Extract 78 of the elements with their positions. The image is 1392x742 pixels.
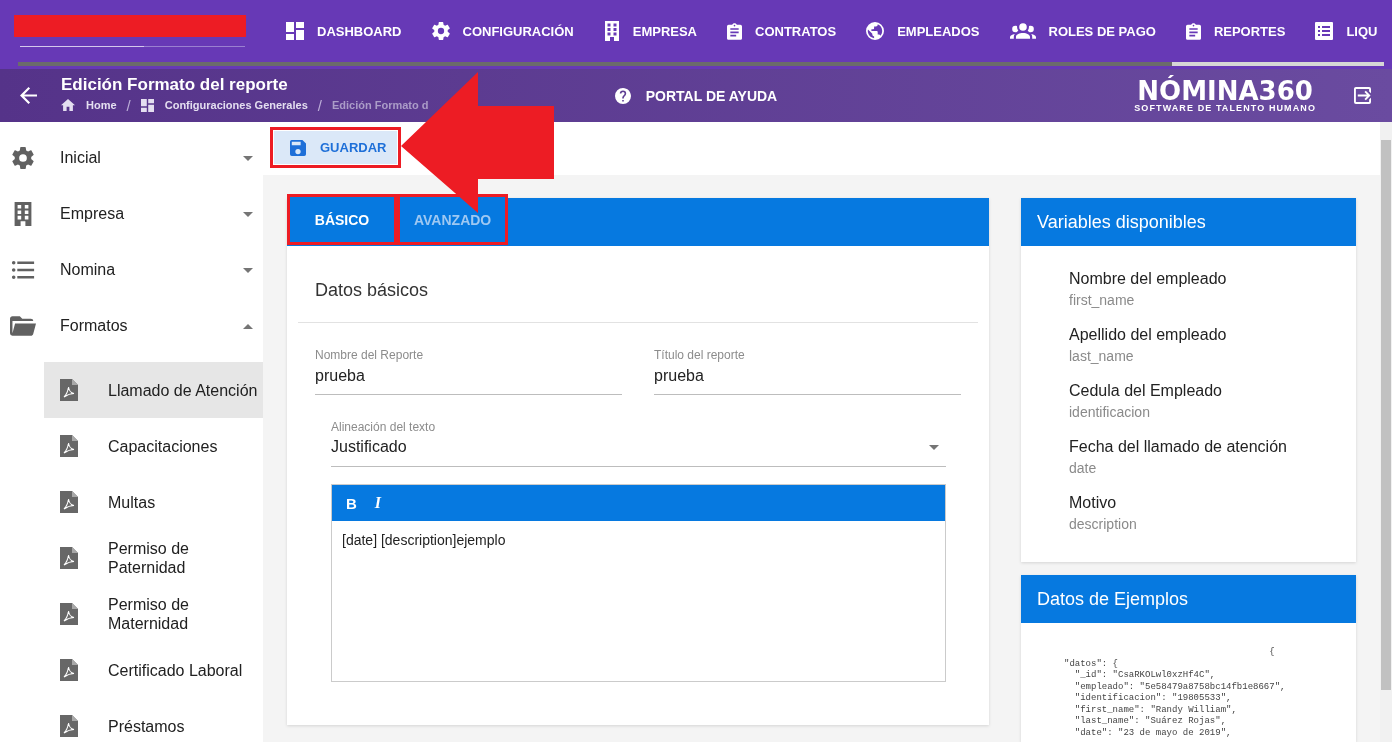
settings-icon [12,147,34,169]
building-icon [603,21,620,41]
sidebar-item[interactable]: Nomina [0,242,263,298]
variable-code: first_name [1069,291,1136,310]
variable-name: Cedula del Empleado [1069,381,1223,401]
section-title: Datos básicos [315,279,429,302]
home-icon [61,99,75,111]
italic-button[interactable]: I [369,491,387,515]
nav-link[interactable]: CONTRATOS [712,0,852,62]
sidebar-subitem[interactable]: Permiso de Paternidad [44,530,263,586]
sidebar-subitem[interactable]: Capacitaciones [44,418,263,474]
field-label: Alineación del texto [331,420,437,434]
nav-link[interactable]: EMPRESA [588,0,712,62]
logout-icon [1354,87,1371,104]
folder-icon [10,316,36,336]
sidebar-subitem[interactable]: Préstamos [44,698,263,742]
field-label: Nombre del Reporte [315,348,425,362]
save-button[interactable]: GUARDAR [274,131,397,164]
variable-code: date [1069,459,1098,478]
globe-icon [866,22,885,40]
sidebar-subitem[interactable]: Certificado Laboral [44,642,263,698]
help-link[interactable]: PORTAL DE AYUDA [614,87,778,104]
pdf-file-icon [60,547,78,569]
nav-link[interactable]: LIQU [1300,0,1392,62]
variable-code: last_name [1069,347,1135,366]
sidebar-item[interactable]: Inicial [0,130,263,186]
card-title: Datos de Ejemplos [1037,588,1189,611]
nav-link[interactable]: ROLES DE PAGO [994,0,1171,62]
pdf-file-icon [60,603,78,625]
building-icon [14,202,32,226]
bold-button[interactable]: B [341,491,362,515]
variable-code: identificacion [1069,403,1151,422]
pdf-file-icon [60,659,78,681]
variable-name: Motivo [1069,493,1118,513]
breadcrumb-link[interactable]: Configuraciones Generales [140,98,308,112]
variable-name: Nombre del empleado [1069,269,1228,289]
caret-icon [929,444,939,450]
breadcrumb-link[interactable]: Home [61,99,117,111]
field-label: Título del reporte [654,348,746,362]
editor-text-area[interactable]: [date] [description]ejemplo [332,521,945,681]
pdf-file-icon [60,435,78,457]
text-field[interactable]: Nombre del Reporte prueba [315,348,622,395]
nav-link[interactable]: DASHBOARD [271,0,417,62]
list-icon [1315,22,1334,40]
page-title: Edición Formato del reporte [61,74,289,96]
save-icon [290,139,306,156]
variable-code: description [1069,515,1138,534]
logout-button[interactable] [1354,87,1371,104]
nav-link[interactable]: CONFIGURACIÓN [416,0,589,62]
sidebar-item[interactable]: Formatos [0,298,263,354]
logo-tagline: SOFTWARE DE TALENTO HUMANO [1134,102,1316,113]
sidebar-item[interactable]: Empresa [0,186,263,242]
variable-name: Apellido del empleado [1069,325,1228,345]
sidebar-subitem[interactable]: Multas [44,474,263,530]
pdf-file-icon [60,379,78,401]
list-icon [11,261,35,279]
help-icon [614,87,631,104]
variable-name: Fecha del llamado de atención [1069,437,1288,457]
sidebar-subitem[interactable]: Permiso de Maternidad [44,586,263,642]
breadcrumb-separator: / [317,96,322,114]
sidebar-subitem[interactable]: Llamado de Atención [44,362,263,418]
nav-link[interactable]: EMPLEADOS [851,0,995,62]
back-arrow-icon [20,87,37,104]
settings-icon [431,22,450,40]
code-sample: { "datos": { "_id": "CsaRKOLwl0xzHf4C", "empleado": "5e58479a8758bc14fb1e8667", "identificacion": "19805533", "first_name": "Randy William", "last_name": "Suárez Rojas", "date": "23 de mayo de 2019", [1063,646,1287,739]
back-button[interactable] [20,87,37,104]
nav-link[interactable]: REPORTES [1170,0,1301,62]
pdf-file-icon [60,491,78,513]
pdf-file-icon [60,715,78,737]
dashboard-icon [286,22,304,40]
people-icon [1009,23,1036,39]
breadcrumb-separator: / [126,96,131,114]
clipboard-icon [1185,22,1201,40]
dropdown-field[interactable]: Alineación del texto Justificado [331,420,946,467]
clipboard-icon [727,22,742,40]
card-title: Variables disponibles [1037,211,1206,234]
text-field[interactable]: Título del reporte prueba [654,348,961,395]
dashboard-icon [140,98,154,112]
